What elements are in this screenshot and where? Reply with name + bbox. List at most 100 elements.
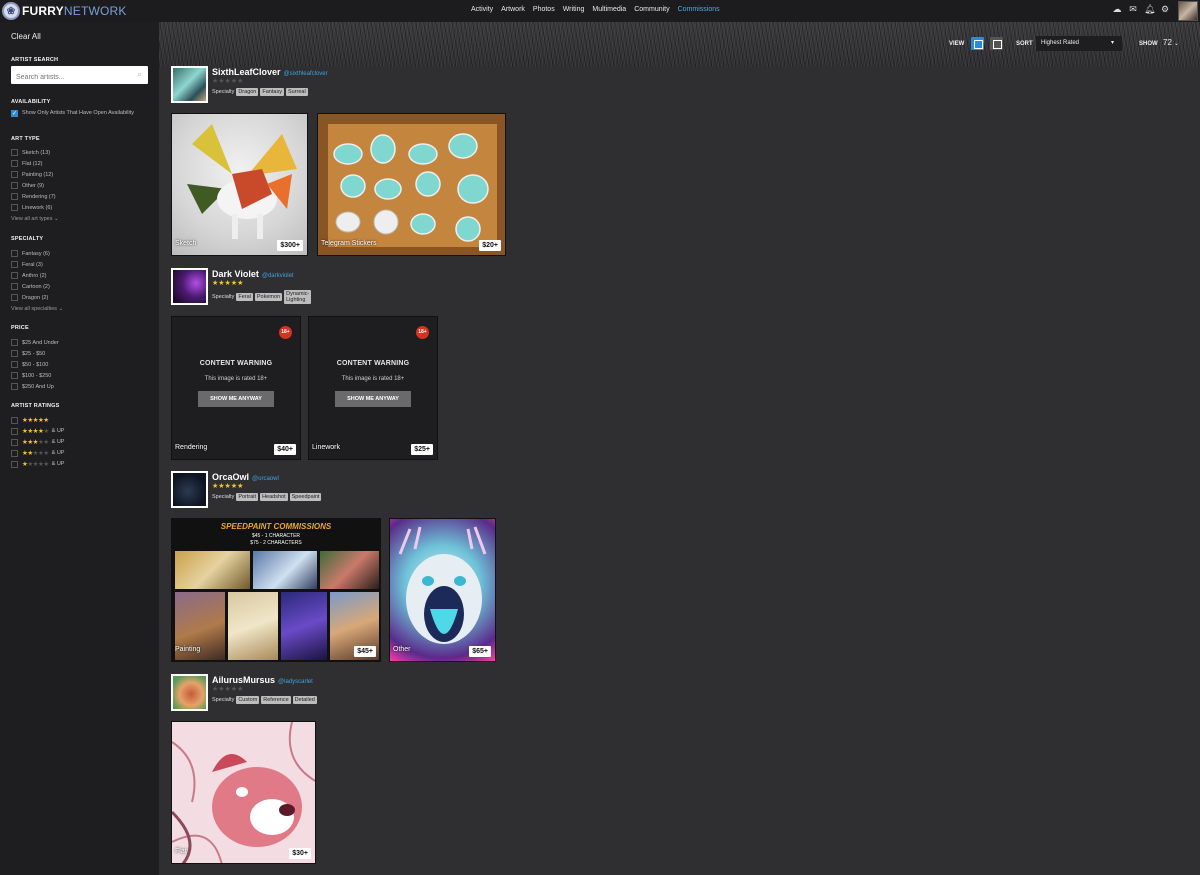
commission-card[interactable]: Sketch $300+ (171, 113, 308, 256)
checkbox[interactable] (11, 149, 18, 156)
checkbox[interactable] (11, 283, 18, 290)
checkbox[interactable] (11, 294, 18, 301)
nav-writing[interactable]: Writing (563, 6, 585, 13)
commission-card[interactable]: Telegram Stickers $20+ (317, 113, 506, 256)
specialty-tag[interactable]: Portrait (236, 493, 259, 501)
mail-icon[interactable]: ✉ (1128, 4, 1138, 14)
grid-view-button[interactable] (971, 37, 984, 50)
specialty-option[interactable]: Fantasy (6) (11, 250, 50, 257)
checkbox[interactable] (11, 171, 18, 178)
checkbox[interactable] (11, 250, 18, 257)
specialty-tag[interactable]: Speedpaint (289, 493, 322, 501)
artist-name[interactable]: SixthLeafClover (212, 67, 281, 77)
checkbox[interactable] (11, 261, 18, 268)
specialty-tag[interactable]: Dynamic-Lighting (284, 290, 312, 304)
nav-commissions[interactable]: Commissions (678, 6, 720, 13)
sort-select[interactable]: Highest Rated ▾ (1036, 36, 1122, 51)
specialty-option[interactable]: Feral (3) (11, 261, 43, 268)
checkbox[interactable] (11, 427, 18, 435)
specialty-option[interactable]: Dragon (2) (11, 294, 48, 301)
checkbox[interactable] (11, 182, 18, 189)
commission-card[interactable]: 18+ CONTENT WARNING This image is rated … (171, 316, 301, 460)
artist-name[interactable]: AilurusMursus (212, 675, 275, 685)
artist-avatar[interactable] (171, 268, 208, 305)
commission-card[interactable]: SPEEDPAINT COMMISSIONS $45 - 1 CHARACTER… (171, 518, 381, 662)
checkbox[interactable] (11, 193, 18, 200)
artist-avatar[interactable] (171, 674, 208, 711)
clear-all-link[interactable]: Clear All (11, 32, 41, 41)
sort-label: SORT (1016, 41, 1033, 47)
artist-avatar[interactable] (171, 66, 208, 103)
checkbox[interactable] (11, 272, 18, 279)
list-view-button[interactable] (990, 37, 1003, 50)
price-option[interactable]: $25 And Under (11, 339, 59, 346)
specialty-tag[interactable]: Fantasy (260, 88, 284, 96)
rating-option-1[interactable]: ★★★★★ & UP (11, 460, 64, 468)
price-option[interactable]: $50 - $100 (11, 361, 48, 368)
checkbox[interactable] (11, 438, 18, 446)
show-me-anyway-button[interactable]: SHOW ME ANYWAY (198, 391, 274, 407)
art-type-option[interactable]: Rendering (7) (11, 193, 56, 200)
checkbox[interactable] (11, 460, 18, 468)
artist-name[interactable]: OrcaOwl (212, 472, 249, 482)
specialty-tag[interactable]: Pokemon (254, 293, 283, 301)
furry-network-logo[interactable]: ❀ FURRYNETWORK (2, 2, 127, 20)
gear-icon[interactable]: ⚙ (1160, 4, 1170, 14)
artist-name[interactable]: Dark Violet (212, 269, 259, 279)
specialty-tag[interactable]: Feral (236, 293, 253, 301)
view-all-specialties[interactable]: View all specialties ⌄ (11, 306, 63, 312)
artist-search-input[interactable] (11, 69, 126, 86)
specialty-tag[interactable]: Custom (236, 696, 260, 704)
price-option[interactable]: $250 And Up (11, 383, 54, 390)
artist-handle[interactable]: @sixthleafclover (284, 71, 328, 77)
price-option[interactable]: $100 - $250 (11, 372, 51, 379)
checkbox[interactable] (11, 160, 18, 167)
nav-artwork[interactable]: Artwork (501, 6, 525, 13)
rating-option-5[interactable]: ★★★★★ (11, 416, 49, 424)
nav-activity[interactable]: Activity (471, 6, 493, 13)
checkbox[interactable] (11, 361, 18, 368)
art-type-option[interactable]: Flat (12) (11, 160, 42, 167)
specialty-tag[interactable]: Dragon (236, 88, 259, 96)
specialty-tag[interactable]: Surreal (285, 88, 308, 96)
specialty-tag[interactable]: Detailed (292, 696, 317, 704)
checkbox[interactable] (11, 383, 18, 390)
checkbox[interactable] (11, 204, 18, 211)
checkbox[interactable] (11, 372, 18, 379)
art-type-option[interactable]: Painting (12) (11, 171, 53, 178)
specialty-option[interactable]: Anthro (2) (11, 272, 46, 279)
rating-option-4[interactable]: ★★★★★ & UP (11, 427, 64, 435)
artist-handle[interactable]: @orcaowl (252, 476, 279, 482)
search-icon[interactable]: ⌕ (137, 69, 142, 80)
checkbox[interactable] (11, 339, 18, 346)
commission-card[interactable]: Other $65+ (389, 518, 496, 662)
artist-handle[interactable]: @darkviolet (262, 273, 294, 279)
rating-option-3[interactable]: ★★★★★ & UP (11, 438, 64, 446)
artist-handle[interactable]: @ladyscarlet (278, 679, 313, 685)
checkbox[interactable] (11, 350, 18, 357)
specialty-tag[interactable]: Headshot (260, 493, 288, 501)
commission-card[interactable]: 18+ CONTENT WARNING This image is rated … (308, 316, 438, 460)
price-option[interactable]: $25 - $50 (11, 350, 45, 357)
checkbox[interactable] (11, 449, 18, 457)
availability-checkbox[interactable] (11, 110, 18, 117)
user-avatar[interactable] (1178, 1, 1198, 21)
view-all-art-types[interactable]: View all art types ⌄ (11, 216, 59, 222)
checkbox[interactable] (11, 416, 18, 424)
rating-option-2[interactable]: ★★★★★ & UP (11, 449, 64, 457)
commission-card[interactable]: Flat $30+ (171, 721, 316, 864)
show-me-anyway-button[interactable]: SHOW ME ANYWAY (335, 391, 411, 407)
nav-photos[interactable]: Photos (533, 6, 555, 13)
availability-option[interactable]: Show Only Artists That Have Open Availab… (11, 110, 141, 117)
nav-community[interactable]: Community (634, 6, 669, 13)
artist-avatar[interactable] (171, 471, 208, 508)
bell-icon[interactable]: 🔔︎ (1144, 4, 1155, 14)
specialty-tag[interactable]: Reference (261, 696, 291, 704)
art-type-option[interactable]: Other (9) (11, 182, 44, 189)
show-count-select[interactable]: 72 ⌄ (1163, 38, 1179, 47)
art-type-option[interactable]: Linework (6) (11, 204, 52, 211)
specialty-option[interactable]: Cartoon (2) (11, 283, 50, 290)
art-type-option[interactable]: Sketch (13) (11, 149, 50, 156)
nav-multimedia[interactable]: Multimedia (592, 6, 626, 13)
cloud-upload-icon[interactable]: ☁ (1112, 4, 1122, 14)
